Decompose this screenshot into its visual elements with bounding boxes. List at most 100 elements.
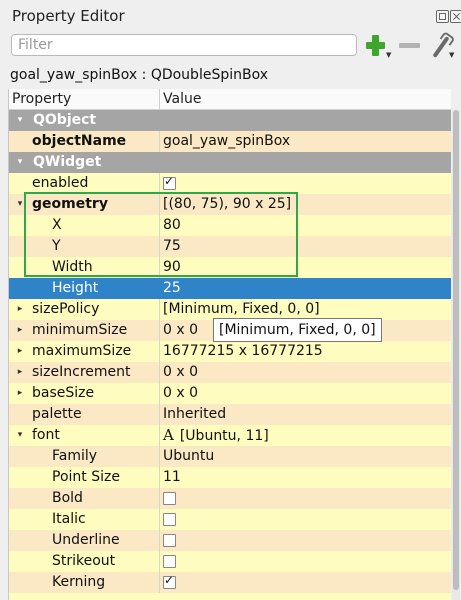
vertical-scrollbar[interactable] (452, 110, 460, 600)
property-value[interactable]: 16777215 x 16777215 (163, 341, 323, 362)
property-value-text: [Ubuntu, 11] (179, 428, 269, 444)
property-name: QWidget (33, 154, 102, 170)
property-name: font (32, 427, 60, 443)
float-window-icon[interactable] (436, 10, 449, 23)
property-name: Family (52, 448, 98, 464)
column-divider (159, 551, 160, 572)
property-row-sizepolicy[interactable]: ▸ sizePolicy [Minimum, Fixed, 0, 0] (9, 299, 451, 320)
property-name: Height (52, 280, 99, 296)
property-name: baseSize (32, 385, 95, 401)
property-rows: ▾ QObject objectName goal_yaw_spinBox ▾ QWidg… (9, 110, 451, 593)
property-row-qwidget[interactable]: ▾ QWidget (9, 152, 451, 173)
property-row-palette[interactable]: palette Inherited (9, 404, 451, 425)
property-value[interactable]: 11 (163, 467, 181, 488)
remove-dynamic-property-button[interactable] (398, 34, 422, 58)
property-name: enabled (32, 175, 89, 191)
property-checkbox[interactable] (163, 174, 176, 190)
expand-arrow-right-icon[interactable]: ▸ (14, 299, 26, 320)
column-divider (159, 488, 160, 509)
column-divider (159, 89, 160, 109)
expand-arrow-down-icon[interactable]: ▾ (14, 110, 26, 131)
property-value[interactable]: 25 (163, 278, 181, 299)
property-value[interactable]: Inherited (163, 404, 226, 425)
property-row-sizeincrement[interactable]: ▸ sizeIncrement 0 x 0 (9, 362, 451, 383)
property-name: sizePolicy (32, 301, 100, 317)
column-divider (159, 530, 160, 551)
property-row-family[interactable]: Family Ubuntu (9, 446, 451, 467)
column-divider (159, 173, 160, 194)
column-divider (159, 320, 160, 341)
property-row-underline[interactable]: Underline (9, 530, 451, 551)
column-divider (159, 509, 160, 530)
property-row-point-size[interactable]: Point Size 11 (9, 467, 451, 488)
property-row-bold[interactable]: Bold (9, 488, 451, 509)
property-row-objectname[interactable]: objectName goal_yaw_spinBox (9, 131, 451, 152)
property-row-kerning[interactable]: Kerning (9, 572, 451, 593)
property-name: minimumSize (32, 322, 128, 338)
property-name: Point Size (52, 469, 120, 485)
property-name: QObject (33, 112, 97, 128)
property-value[interactable]: [Minimum, Fixed, 0, 0] (163, 299, 320, 320)
property-value[interactable]: 0 x 0 (163, 383, 198, 404)
property-row-qobject[interactable]: ▾ QObject (9, 110, 451, 131)
property-name: Underline (52, 532, 120, 548)
close-window-icon[interactable] (450, 10, 461, 23)
property-value[interactable]: 0 x 0 (163, 362, 198, 383)
property-value[interactable]: Ubuntu (163, 446, 214, 467)
property-row-italic[interactable]: Italic (9, 509, 451, 530)
property-row-height[interactable]: Height 25 (9, 278, 451, 299)
column-divider (159, 131, 160, 152)
property-name: objectName (32, 133, 127, 149)
expand-arrow-right-icon[interactable]: ▸ (14, 362, 26, 383)
scrollbar-thumb[interactable] (453, 110, 459, 590)
property-name: Italic (52, 511, 86, 527)
property-name: Kerning (52, 574, 106, 590)
expand-arrow-down-icon[interactable]: ▾ (14, 425, 26, 446)
add-dynamic-property-button[interactable]: ▼ (363, 34, 393, 59)
property-row-maximumsize[interactable]: ▸ maximumSize 16777215 x 16777215 (9, 341, 451, 362)
property-name: Strikeout (52, 553, 116, 569)
minus-icon (399, 43, 420, 48)
font-icon: A (163, 426, 174, 444)
column-divider (159, 362, 160, 383)
property-name: palette (32, 406, 82, 422)
property-value[interactable]: A [Ubuntu, 11] (163, 425, 269, 446)
tooltip: [Minimum, Fixed, 0, 0] (213, 318, 382, 342)
expand-arrow-right-icon[interactable]: ▸ (14, 341, 26, 362)
column-divider (159, 383, 160, 404)
property-row-basesize[interactable]: ▸ baseSize 0 x 0 (9, 383, 451, 404)
property-row-font[interactable]: ▾ font A [Ubuntu, 11] (9, 425, 451, 446)
property-checkbox[interactable] (163, 534, 176, 547)
column-header-value[interactable]: Value (163, 91, 201, 107)
column-divider (159, 278, 160, 299)
column-divider (159, 446, 160, 467)
column-divider (159, 572, 160, 593)
property-checkbox[interactable] (163, 555, 176, 568)
property-name: Bold (52, 490, 83, 506)
geometry-highlight-box (24, 192, 298, 277)
column-divider (159, 425, 160, 446)
property-checkbox[interactable] (163, 513, 176, 526)
property-checkbox[interactable] (163, 492, 176, 505)
column-divider (159, 467, 160, 488)
dropdown-arrow-icon: ▼ (449, 51, 455, 59)
expand-arrow-right-icon[interactable]: ▸ (14, 383, 26, 404)
property-name: maximumSize (32, 343, 132, 359)
column-divider (159, 341, 160, 362)
filter-input[interactable] (11, 34, 357, 56)
object-class-label: goal_yaw_spinBox : QDoubleSpinBox (10, 67, 269, 83)
configure-button[interactable]: ▼ (428, 31, 456, 59)
window-title: Property Editor (12, 7, 125, 25)
title-bar: Property Editor (0, 0, 461, 34)
column-header-property[interactable]: Property (12, 91, 71, 107)
expand-arrow-right-icon[interactable]: ▸ (14, 320, 26, 341)
property-value[interactable]: 0 x 0 (163, 320, 198, 341)
expand-arrow-down-icon[interactable]: ▾ (14, 152, 26, 173)
property-value[interactable]: goal_yaw_spinBox (163, 131, 290, 152)
property-name: sizeIncrement (32, 364, 131, 380)
table-header: Property Value (9, 89, 451, 110)
column-divider (159, 404, 160, 425)
property-checkbox[interactable] (163, 573, 176, 589)
property-row-enabled[interactable]: enabled (9, 173, 451, 194)
property-row-strikeout[interactable]: Strikeout (9, 551, 451, 572)
